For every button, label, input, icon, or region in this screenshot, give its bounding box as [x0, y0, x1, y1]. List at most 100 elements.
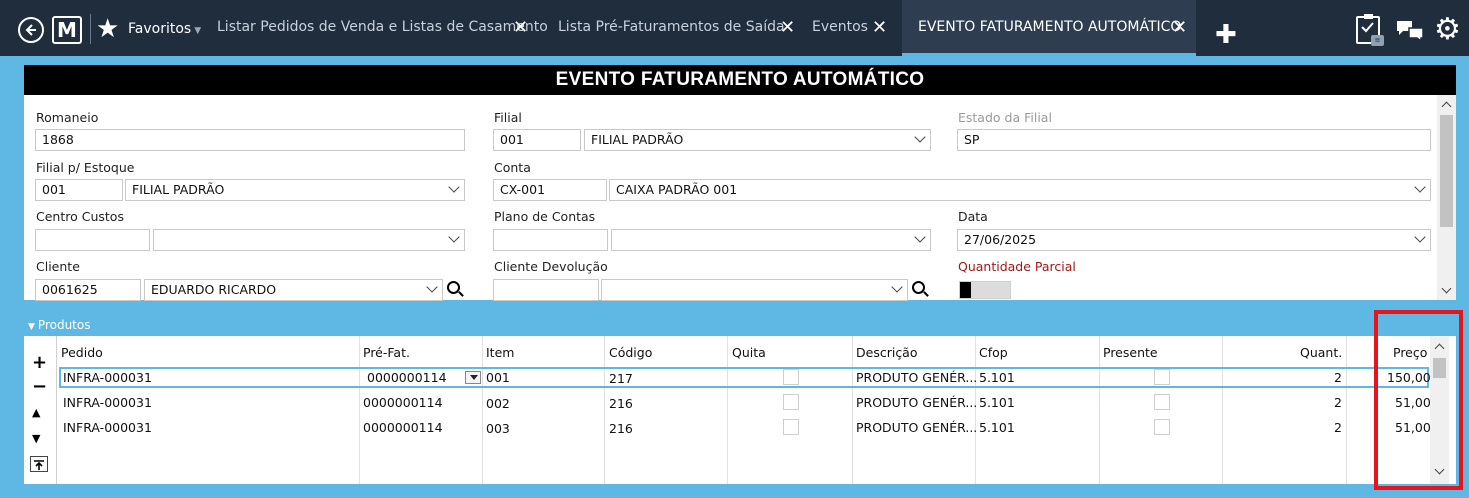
cell-cfop: 5.101	[979, 395, 1015, 410]
column-header-prefat[interactable]: Pré-Fat.	[363, 345, 410, 360]
search-icon[interactable]	[447, 281, 460, 294]
clipboard-icon[interactable]: ≡	[1356, 14, 1384, 46]
cliente-select[interactable]: EDUARDO RICARDO	[144, 279, 443, 301]
cell-codigo: 216	[609, 421, 633, 436]
back-icon[interactable]	[18, 17, 44, 43]
cell-prefat: 0000000114	[367, 370, 447, 385]
conta-select-value: CAIXA PADRÃO 001	[616, 182, 738, 197]
presente-checkbox[interactable]	[1154, 419, 1170, 435]
cell-pedido: INFRA-000031	[63, 420, 152, 435]
cell-quant: 2	[1334, 395, 1342, 410]
form-scrollbar[interactable]	[1437, 95, 1456, 300]
tab-evento-faturamento-automatico[interactable]: EVENTO FATURAMENTO AUTOMÁTICO ✕	[902, 0, 1196, 56]
conta-label: Conta	[494, 160, 531, 175]
plano-contas-code-field[interactable]	[493, 229, 608, 251]
chevron-down-icon	[448, 231, 460, 243]
cell-prefat: 0000000114	[363, 420, 443, 435]
column-header-item[interactable]: Item	[486, 345, 514, 360]
column-header-descricao[interactable]: Descrição	[856, 345, 918, 360]
filial-label: Filial	[494, 110, 522, 125]
quita-checkbox[interactable]	[783, 394, 799, 410]
filial-estoque-select[interactable]: FILIAL PADRÃO	[125, 179, 465, 201]
estado-filial-field[interactable]: SP	[957, 129, 1431, 151]
estado-filial-label: Estado da Filial	[958, 110, 1052, 125]
close-icon[interactable]: ✕	[780, 17, 795, 38]
close-icon[interactable]: ✕	[872, 17, 887, 38]
filial-estoque-code-field[interactable]: 001	[35, 179, 123, 201]
grid-toolbar: + − ▲ ▼	[24, 336, 56, 484]
star-icon[interactable]: ★	[96, 15, 119, 43]
chevron-down-icon[interactable]	[1441, 283, 1452, 294]
quita-checkbox[interactable]	[783, 419, 799, 435]
cell-pedido: INFRA-000031	[63, 370, 152, 385]
conta-code-field[interactable]: CX-001	[493, 179, 607, 201]
logo-icon[interactable]: M	[52, 16, 82, 44]
column-header-codigo[interactable]: Código	[609, 345, 652, 360]
presente-checkbox[interactable]	[1154, 394, 1170, 410]
centro-custos-label: Centro Custos	[36, 209, 124, 224]
tab-eventos[interactable]: Eventos ✕	[812, 0, 894, 56]
filial-select[interactable]: FILIAL PADRÃO	[584, 129, 931, 151]
export-icon[interactable]	[30, 456, 48, 472]
romaneio-label: Romaneio	[36, 110, 99, 125]
cell-cfop: 5.101	[979, 370, 1015, 385]
plano-contas-label: Plano de Contas	[494, 209, 596, 224]
close-icon[interactable]: ✕	[1172, 17, 1187, 38]
column-header-pedido[interactable]: Pedido	[61, 345, 103, 360]
cell-pedido: INFRA-000031	[63, 395, 152, 410]
form-panel: Romaneio 1868 Filial 001 FILIAL PADRÃO E…	[24, 95, 1456, 301]
cliente-select-value: EDUARDO RICARDO	[151, 282, 277, 297]
add-row-icon[interactable]: +	[32, 352, 47, 373]
highlight-box	[1374, 310, 1463, 490]
top-tab-bar: M ★ Favoritos ▼ Listar Pedidos de Venda e…	[0, 0, 1469, 56]
search-icon[interactable]	[912, 281, 925, 294]
cell-prefat: 0000000114	[363, 395, 443, 410]
cell-descricao: PRODUTO GENÉR...	[856, 370, 978, 385]
filial-code-field[interactable]: 001	[493, 129, 581, 151]
chevron-down-icon	[891, 281, 903, 293]
page-title: EVENTO FATURAMENTO AUTOMÁTICO	[24, 65, 1456, 95]
chevron-down-icon	[426, 281, 438, 293]
plano-contas-select[interactable]	[611, 229, 931, 251]
quita-checkbox[interactable]	[783, 369, 799, 385]
move-up-icon[interactable]: ▲	[32, 406, 40, 419]
favorites-menu[interactable]: Favoritos ▼	[128, 21, 201, 37]
data-select[interactable]: 27/06/2025	[957, 229, 1431, 251]
collapse-triangle-icon[interactable]: ▼	[28, 316, 35, 338]
chevron-down-icon	[914, 131, 926, 143]
cell-item: 001	[486, 370, 510, 385]
plus-icon[interactable]: ✚	[1215, 22, 1237, 48]
column-header-quita[interactable]: Quita	[732, 345, 766, 360]
data-select-value: 27/06/2025	[964, 232, 1037, 247]
quantidade-parcial-toggle[interactable]	[959, 281, 1011, 299]
conta-select[interactable]: CAIXA PADRÃO 001	[609, 179, 1431, 201]
cell-quant: 2	[1334, 370, 1342, 385]
chevron-down-icon	[448, 181, 460, 193]
cell-codigo: 216	[609, 396, 633, 411]
column-header-cfop[interactable]: Cfop	[979, 345, 1008, 360]
cell-item: 002	[486, 396, 510, 411]
gear-icon[interactable]: ⚙	[1434, 15, 1461, 45]
selected-row-highlight	[59, 367, 1429, 388]
presente-checkbox[interactable]	[1154, 369, 1170, 385]
column-header-quant[interactable]: Quant.	[1300, 345, 1342, 360]
column-header-presente[interactable]: Presente	[1103, 345, 1158, 360]
cliente-code-field[interactable]: 0061625	[35, 279, 141, 301]
cell-descricao: PRODUTO GENÉR...	[856, 420, 978, 435]
cliente-devolucao-select[interactable]	[601, 279, 908, 301]
centro-custos-code-field[interactable]	[35, 229, 150, 251]
close-icon[interactable]: ✕	[513, 17, 528, 38]
remove-row-icon[interactable]: −	[32, 376, 47, 397]
tab-listar-pedidos[interactable]: Listar Pedidos de Venda e Listas de Casa…	[217, 0, 548, 56]
cell-quant: 2	[1334, 420, 1342, 435]
prefat-dropdown-button[interactable]	[465, 371, 481, 384]
cliente-devolucao-code-field[interactable]	[493, 279, 599, 301]
produtos-section-header[interactable]: ▼ Produtos	[24, 314, 1456, 336]
chevron-up-icon[interactable]	[1441, 101, 1452, 112]
chat-icon[interactable]	[1396, 20, 1424, 46]
move-down-icon[interactable]: ▼	[32, 432, 40, 445]
scroll-thumb[interactable]	[1440, 115, 1453, 227]
cell-item: 003	[486, 421, 510, 436]
centro-custos-select[interactable]	[153, 229, 465, 251]
romaneio-field[interactable]: 1868	[35, 129, 465, 151]
